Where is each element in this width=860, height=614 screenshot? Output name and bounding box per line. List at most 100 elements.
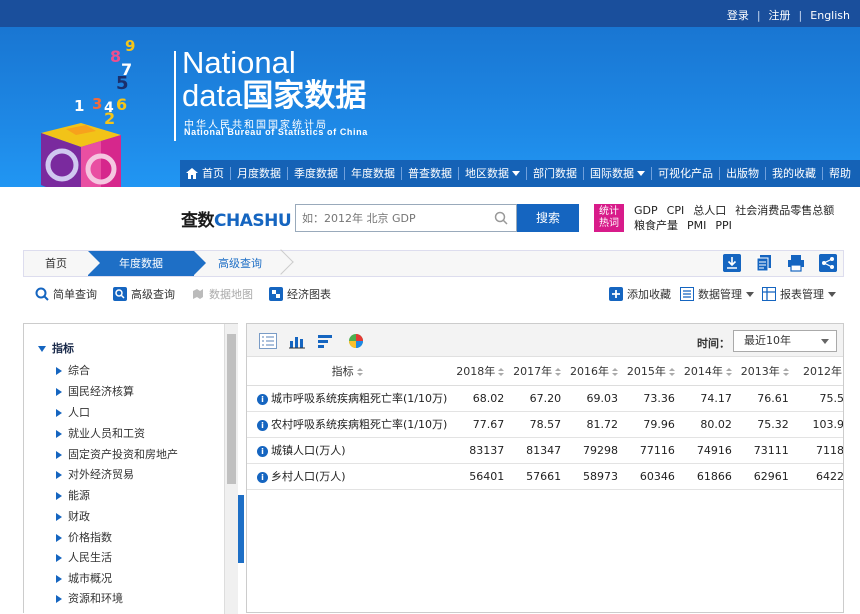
pie-chart-icon[interactable] [347,333,365,349]
nav-visualization[interactable]: 可视化产品 [652,167,720,180]
tree-item[interactable]: 城市概况 [56,570,112,586]
hot-word[interactable]: CPI [667,204,685,217]
horizontal-bar-icon[interactable] [317,333,335,349]
nav-annual[interactable]: 年度数据 [345,167,402,180]
tree-item[interactable]: 固定资产投资和房地产 [56,446,178,462]
column-header-year[interactable]: 2016年 [567,358,625,386]
hot-word[interactable]: PMI [687,219,706,232]
sidebar-scroll-thumb[interactable] [227,334,236,484]
nav-regional[interactable]: 地区数据 [459,167,527,180]
digit-9: 9 [125,37,136,55]
tree-item[interactable]: 国民经济核算 [56,383,134,399]
search-icon[interactable] [494,211,508,225]
breadcrumb-home[interactable]: 首页 [24,251,88,276]
hot-word[interactable]: 粮食产量 [634,219,678,232]
value-cell: 103.90 [794,411,843,438]
print-icon[interactable] [787,254,805,272]
hot-word[interactable]: 社会消费品零售总额 [735,204,834,217]
register-link[interactable]: 注册 [761,9,799,22]
breadcrumb: 首页 年度数据 高级查询 [23,250,844,277]
sidebar-scrollbar[interactable] [224,324,238,614]
share-icon[interactable] [819,254,837,272]
top-links: 登录 | 注册 | English [719,7,858,23]
add-favorite-button[interactable]: 添加收藏 [609,286,671,302]
column-header-label: 2015年 [626,365,666,379]
tree-item-label: 对外经济贸易 [68,468,134,481]
info-icon[interactable]: i [257,419,268,431]
info-icon[interactable]: i [257,471,268,483]
sort-icon [782,367,789,377]
hot-word[interactable]: GDP [634,204,658,217]
copy-icon[interactable] [755,254,773,272]
chart-icon [269,287,283,301]
search-input[interactable] [296,205,486,231]
table-view-icon[interactable] [259,333,277,349]
report-manage-button[interactable]: 报表管理 [762,286,836,302]
time-range-select[interactable]: 最近10年 [733,330,837,352]
data-manage-button[interactable]: 数据管理 [680,286,754,302]
tree-item-label: 财政 [68,510,90,523]
column-header-year[interactable]: 2013年 [737,358,795,386]
digit-3: 3 [92,95,103,113]
tree-item-label: 人民生活 [68,551,112,564]
caret-right-icon [56,409,62,417]
info-icon[interactable]: i [257,445,268,457]
tree-item[interactable]: 人民生活 [56,549,112,565]
nav-census[interactable]: 普查数据 [402,167,459,180]
tree-item[interactable]: 财政 [56,508,90,524]
info-icon[interactable]: i [257,393,268,405]
tree-item[interactable]: 价格指数 [56,529,112,545]
column-header-year[interactable]: 2014年 [680,358,738,386]
column-header-year[interactable]: 2017年 [510,358,568,386]
nav-help[interactable]: 帮助 [823,167,857,180]
tree-item[interactable]: 就业人员和工资 [56,425,145,441]
breadcrumb-advanced[interactable]: 高级查询 [200,251,280,276]
column-header-year[interactable]: 2018年 [453,358,511,386]
hot-word[interactable]: PPI [715,219,732,232]
caret-right-icon [56,492,62,500]
breadcrumb-tools [723,254,837,272]
search-button[interactable]: 搜索 [517,204,579,232]
tree-item[interactable]: 资源和环境 [56,590,123,606]
tree-root-label: 指标 [52,342,74,355]
nav-home[interactable]: 首页 [180,167,231,180]
digit-2: 2 [104,109,116,128]
tree-item[interactable]: 能源 [56,487,90,503]
caret-right-icon [56,554,62,562]
chashu-logo: 查数CHASHU [181,206,292,231]
breadcrumb-annual[interactable]: 年度数据 [88,251,206,276]
tree-item-label: 就业人员和工资 [68,427,145,440]
hot-word[interactable]: 总人口 [693,204,726,217]
login-link[interactable]: 登录 [719,9,757,22]
tree-item-label: 能源 [68,489,90,502]
nav-quarterly[interactable]: 季度数据 [288,167,345,180]
tree-item[interactable]: 人口 [56,404,90,420]
download-icon[interactable] [723,254,741,272]
table-row: i 城镇人口(万人) 83137 81347 79298 77116 74916 … [247,437,843,464]
indicator-name: 乡村人口(万人) [271,470,346,483]
tree-item[interactable]: 综合 [56,362,90,378]
nav-publications[interactable]: 出版物 [720,167,766,180]
tree-root[interactable]: 指标 [38,340,74,356]
column-header-year[interactable]: 2012年 [794,358,843,386]
nav-department[interactable]: 部门数据 [527,167,584,180]
simple-query-button[interactable]: 简单查询 [35,286,97,302]
nav-favorites[interactable]: 我的收藏 [766,167,823,180]
nav-monthly[interactable]: 月度数据 [231,167,288,180]
advanced-query-button[interactable]: 高级查询 [113,286,175,302]
sort-icon [612,367,619,377]
tree-item[interactable]: 对外经济贸易 [56,466,134,482]
digit-8: 8 [110,47,122,66]
economic-chart-button[interactable]: 经济图表 [269,286,331,302]
nav-international[interactable]: 国际数据 [584,167,652,180]
column-header-indicator[interactable]: 指标 [247,358,454,386]
caret-right-icon [56,430,62,438]
english-link[interactable]: English [802,9,858,22]
column-header-year[interactable]: 2015年 [624,358,681,386]
data-map-button[interactable]: 数据地图 [191,286,253,302]
bar-chart-icon[interactable] [288,333,306,349]
hot-words-label: 统计 热词 [594,204,624,232]
panel-splitter-handle[interactable] [238,495,244,563]
title-divider [174,51,176,141]
nav-regional-label: 地区数据 [465,167,509,180]
